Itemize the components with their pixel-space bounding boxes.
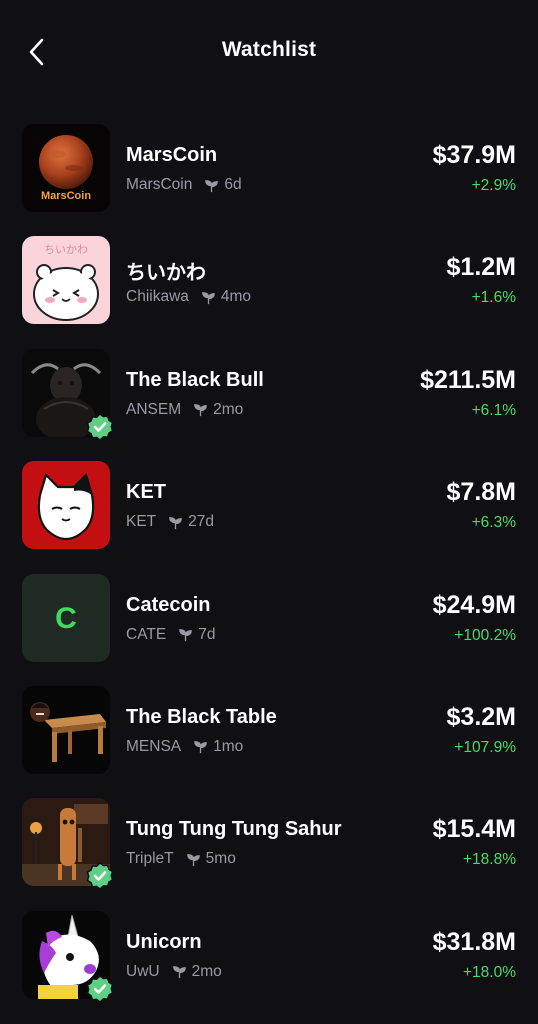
watchlist-screen: Watchlist MarsCoin MarsCoin MarsCoin 6d … [0,0,538,1024]
token-meta: CATE 7d [126,626,215,644]
token-age: 4mo [220,288,252,306]
token-age: 2mo [213,400,244,418]
sprout-icon [172,966,186,979]
token-meta: TripleT 5mo [126,850,236,868]
market-cap: $3.2M [446,702,516,731]
token-ticker: MENSA [126,737,182,755]
token-ticker: ANSEM [126,400,182,418]
thumb-label-marscoin: MarsCoin [41,190,91,202]
market-cap: $37.9M [432,141,516,169]
token-ticker: TripleT [126,850,174,868]
token-age: 27d [188,513,215,531]
token-name: MarsCoin [126,144,218,166]
token-ticker: KET [126,513,157,531]
sprout-icon [202,292,215,304]
token-meta: KET 27d [126,513,214,531]
token-row-chiikawa[interactable]: ちいかわ ちいかわ Chiikawa 4mo $1.2M +1.6% [0,236,538,348]
price-change: +6.3% [471,514,516,532]
token-age: 1mo [213,737,244,755]
token-ticker: CATE [126,625,167,643]
token-row-unicorn[interactable]: Unicorn UwU 2mo $31.8M +18.0% [0,910,538,1023]
token-name: Catecoin [126,593,211,616]
token-age: 7d [198,625,216,643]
token-avatar-ket [22,461,110,550]
token-row-tung-tung-tung-sahur[interactable]: Tung Tung Tung Sahur TripleT 5mo $15.4M … [0,798,538,910]
price-change: +18.8% [462,851,516,869]
verified-badge-icon [86,412,114,441]
watchlist: MarsCoin MarsCoin MarsCoin 6d $37.9M +2.… [0,124,538,1023]
price-change: +107.9% [454,738,516,756]
price-change: +6.1% [471,401,516,419]
token-meta: MarsCoin 6d [126,176,242,194]
sprout-icon [194,404,207,417]
page-title: Watchlist [221,38,317,61]
token-row-marscoin[interactable]: MarsCoin MarsCoin MarsCoin 6d $37.9M +2.… [0,124,538,236]
token-row-the-black-bull[interactable]: The Black Bull ANSEM 2mo $211.5M +6.1% [0,348,538,461]
token-avatar-chiikawa: ちいかわ [22,236,110,325]
token-avatar-the-black-table [22,685,110,774]
token-row-the-black-table[interactable]: The Black Table MENSA 1mo $3.2M +107.9% [0,685,538,798]
verified-badge-icon [86,974,114,1003]
token-ticker: UwU [126,962,160,980]
token-name: The Black Bull [126,368,264,391]
token-meta: Chiikawa 4mo [126,288,251,306]
price-change: +2.9% [471,177,516,194]
token-avatar-catecoin: C [22,573,110,662]
sprout-icon [186,853,200,866]
token-ticker: Chiikawa [126,288,189,306]
token-name: The Black Table [126,705,277,728]
market-cap: $211.5M [420,365,516,394]
token-name: Unicorn [126,930,202,953]
market-cap: $7.8M [446,478,516,507]
token-avatar-marscoin: MarsCoin [22,124,110,212]
price-change: +18.0% [462,963,516,981]
token-age: 2mo [191,962,222,980]
token-name: Tung Tung Tung Sahur [126,818,342,841]
token-row-ket[interactable]: KET KET 27d $7.8M +6.3% [0,461,538,573]
token-meta: UwU 2mo [126,963,222,981]
market-cap: $15.4M [432,815,516,844]
token-row-catecoin[interactable]: C Catecoin CATE 7d $24.9M +100.2% [0,573,538,686]
market-cap: $31.8M [432,927,516,956]
token-age: 6d [224,176,242,193]
sprout-icon [169,516,182,529]
thumb-label-catecoin: C [55,602,77,635]
token-name: KET [126,481,166,504]
sprout-icon [205,179,219,192]
sprout-icon [194,741,207,754]
verified-badge-icon [86,862,114,891]
token-ticker: MarsCoin [126,176,193,193]
market-cap: $1.2M [446,253,516,282]
sprout-icon [179,629,192,642]
token-meta: MENSA 1mo [126,738,243,756]
token-name: ちいかわ [126,262,206,285]
market-cap: $24.9M [432,590,516,619]
header: Watchlist [0,0,538,104]
token-meta: ANSEM 2mo [126,401,243,419]
thumb-label-chiikawa: ちいかわ [44,243,88,256]
price-change: +100.2% [454,626,516,644]
token-age: 5mo [205,850,236,868]
price-change: +1.6% [471,289,516,307]
